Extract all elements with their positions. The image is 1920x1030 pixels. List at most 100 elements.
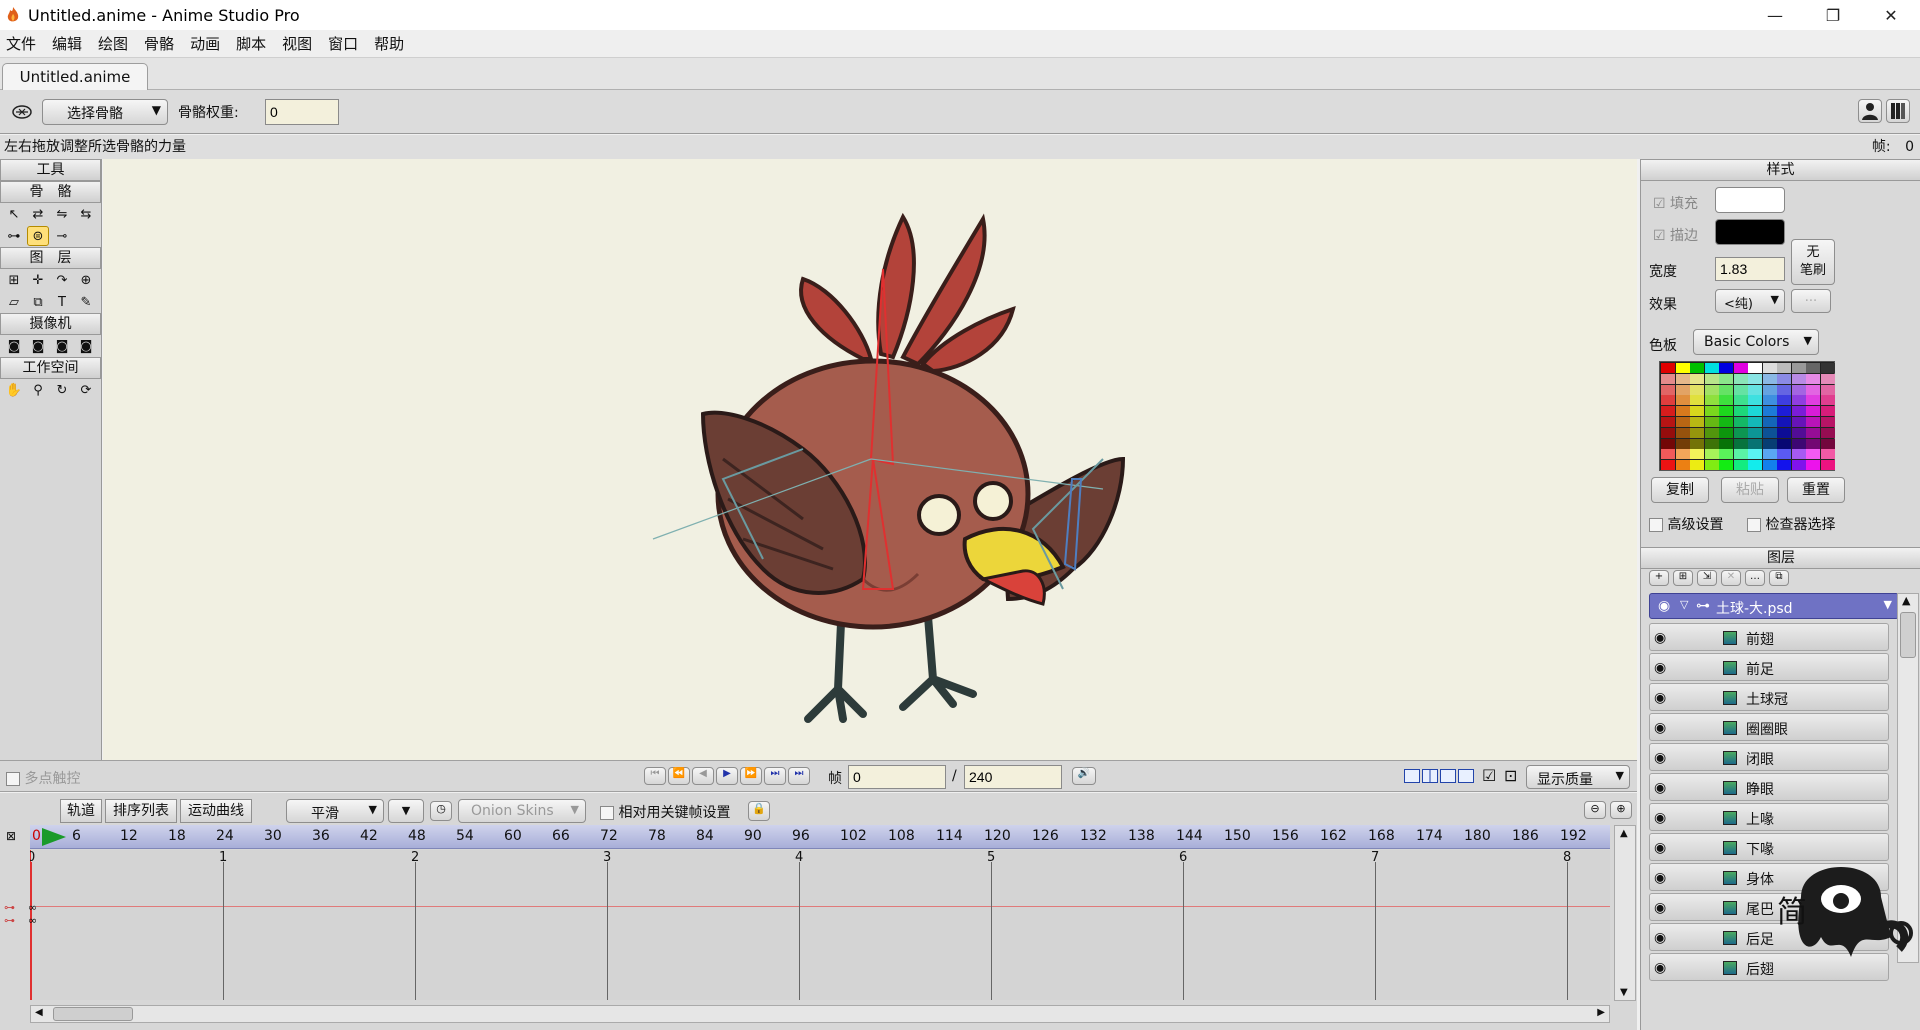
scale-bone-icon[interactable]: ⇋ xyxy=(51,204,73,224)
palette-swatch[interactable] xyxy=(1661,363,1675,373)
palette-swatch[interactable] xyxy=(1791,417,1806,427)
palette-swatch[interactable] xyxy=(1748,384,1762,395)
tab-motion-graph[interactable]: 运动曲线 xyxy=(180,799,252,823)
palette-swatch[interactable] xyxy=(1675,395,1690,406)
palette-swatch[interactable] xyxy=(1733,438,1748,449)
palette-swatch[interactable] xyxy=(1820,417,1835,427)
palette-swatch[interactable] xyxy=(1719,363,1733,373)
menu-window[interactable]: 窗口 xyxy=(328,33,358,54)
layer-row[interactable]: ◉ 前足 xyxy=(1649,653,1889,681)
display-quality-select[interactable]: 显示质量 ▼ xyxy=(1526,765,1630,789)
palette-swatch[interactable] xyxy=(1748,417,1762,427)
palette-swatch[interactable] xyxy=(1806,438,1820,449)
palette-swatch[interactable] xyxy=(1748,427,1762,438)
layer-group-row[interactable]: ◉ ▽ ⊶ 土球-大.psd ▼ xyxy=(1649,593,1899,619)
palette-swatch[interactable] xyxy=(1820,449,1835,460)
eye-icon[interactable]: ◉ xyxy=(1654,660,1672,676)
import-layer-icon[interactable]: ⇲ xyxy=(1697,570,1717,586)
add-bone-icon[interactable]: ⊶ xyxy=(3,226,25,246)
inspector-option[interactable]: 检查器选择 xyxy=(1747,514,1835,534)
camera-pan-icon[interactable]: ◙ xyxy=(75,336,97,356)
rotate-layer-icon[interactable]: ↷ xyxy=(51,270,73,290)
palette-swatch[interactable] xyxy=(1690,406,1704,417)
width-input[interactable] xyxy=(1715,257,1785,281)
palette-swatch[interactable] xyxy=(1791,373,1806,384)
eye-icon[interactable]: ◉ xyxy=(1654,960,1672,976)
palette-swatch[interactable] xyxy=(1820,427,1835,438)
scroll-up-icon[interactable]: ▲ xyxy=(1620,828,1628,839)
split-vertical-icon[interactable] xyxy=(1422,769,1438,783)
palette-swatch[interactable] xyxy=(1820,438,1835,449)
palette-swatch[interactable] xyxy=(1748,449,1762,460)
tab-sequencer[interactable]: 排序列表 xyxy=(105,799,177,823)
palette-swatch[interactable] xyxy=(1719,417,1733,427)
translate-bone-icon[interactable]: ⇄ xyxy=(27,204,49,224)
palette-swatch[interactable] xyxy=(1690,384,1704,395)
palette-swatch[interactable] xyxy=(1675,384,1690,395)
palette-swatch[interactable] xyxy=(1762,417,1777,427)
palette-swatch[interactable] xyxy=(1661,384,1675,395)
layer-row[interactable]: ◉ 睁眼 xyxy=(1649,773,1889,801)
timeline-vscrollbar[interactable]: ▲ ▼ xyxy=(1614,825,1636,1001)
palette-swatch[interactable] xyxy=(1777,417,1791,427)
document-tab[interactable]: Untitled.anime xyxy=(2,63,148,90)
palette-swatch[interactable] xyxy=(1762,395,1777,406)
eye-icon[interactable]: ◉ xyxy=(1654,690,1672,706)
stroke-color-swatch[interactable] xyxy=(1715,219,1785,245)
palette-swatch[interactable] xyxy=(1762,406,1777,417)
eye-icon[interactable]: ◉ xyxy=(1654,810,1672,826)
eye-icon[interactable]: ◉ xyxy=(1654,720,1672,736)
menu-view[interactable]: 视图 xyxy=(282,33,312,54)
scroll-left-icon[interactable]: ◀ xyxy=(35,1007,43,1018)
advanced-settings-option[interactable]: 高级设置 xyxy=(1649,514,1723,534)
scroll-up-icon[interactable]: ▲ xyxy=(1902,594,1910,607)
palette-swatch[interactable] xyxy=(1733,417,1748,427)
palette-swatch[interactable] xyxy=(1762,460,1777,471)
switch-layer-icon[interactable]: ⧉ xyxy=(27,292,49,312)
palette-swatch[interactable] xyxy=(1806,373,1820,384)
scroll-right-icon[interactable]: ▶ xyxy=(1597,1007,1605,1018)
fill-color-swatch[interactable] xyxy=(1715,187,1785,213)
clock-icon[interactable]: ◷ xyxy=(430,801,452,821)
layer-row[interactable]: ◉ 上喙 xyxy=(1649,803,1889,831)
shear-layer-icon[interactable]: ▱ xyxy=(3,292,25,312)
palette-swatch[interactable] xyxy=(1806,460,1820,471)
person-icon-button[interactable] xyxy=(1858,99,1882,123)
no-brush-button[interactable]: 无 笔刷 xyxy=(1791,239,1835,285)
palette-swatch[interactable] xyxy=(1748,363,1762,373)
palette-swatch[interactable] xyxy=(1791,384,1806,395)
palette-swatch[interactable] xyxy=(1777,438,1791,449)
palette-swatch[interactable] xyxy=(1719,438,1733,449)
rewind-start-icon[interactable]: ⏮ xyxy=(644,767,666,785)
inspector-checkbox[interactable] xyxy=(1747,518,1761,532)
bone-weight-input[interactable] xyxy=(265,99,339,125)
palette-swatch[interactable] xyxy=(1661,460,1675,471)
frame-ruler[interactable]: 0 6 12 18 24 30 36 42 48 54 60 66 72 78 84 90 96 102 108 1… xyxy=(30,825,1610,849)
palette-swatch[interactable] xyxy=(1661,427,1675,438)
rotate-bone-icon[interactable]: ⇆ xyxy=(75,204,97,224)
palette-swatch[interactable] xyxy=(1675,363,1690,373)
palette-swatch[interactable] xyxy=(1820,363,1835,373)
palette-swatch[interactable] xyxy=(1704,384,1719,395)
palette-swatch[interactable] xyxy=(1690,363,1704,373)
next-key-icon[interactable]: ⏭ xyxy=(764,767,786,785)
palette-swatch[interactable] xyxy=(1704,449,1719,460)
onion-skins-select[interactable]: Onion Skins ▼ xyxy=(458,799,586,823)
palette-swatch[interactable] xyxy=(1704,373,1719,384)
stroke-checkbox-label[interactable]: ☑ 描边 xyxy=(1653,225,1698,245)
layer-row[interactable]: ◉ 前翅 xyxy=(1649,623,1889,651)
palette-swatch[interactable] xyxy=(1762,427,1777,438)
palette-swatch[interactable] xyxy=(1777,406,1791,417)
menu-help[interactable]: 帮助 xyxy=(374,33,404,54)
duplicate-layer-icon[interactable]: ⧉ xyxy=(1769,570,1789,586)
palette-swatch[interactable] xyxy=(1704,438,1719,449)
effect-more-button[interactable]: ... xyxy=(1791,289,1831,313)
eye-icon[interactable]: ◉ xyxy=(1654,840,1672,856)
palette-swatch[interactable] xyxy=(1762,363,1777,373)
palette-swatch[interactable] xyxy=(1675,449,1690,460)
copy-style-button[interactable]: 复制 xyxy=(1651,477,1709,503)
palette-swatch[interactable] xyxy=(1748,406,1762,417)
checkmark-icon[interactable]: ☑ xyxy=(1482,766,1496,785)
palette-swatch[interactable] xyxy=(1791,460,1806,471)
interpolation-select[interactable]: 平滑 ▼ xyxy=(286,799,384,823)
